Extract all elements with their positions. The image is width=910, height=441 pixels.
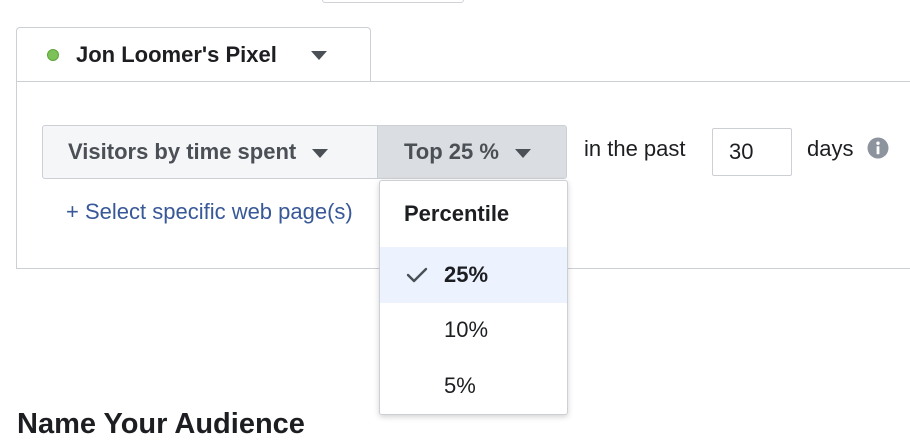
section-heading: Name Your Audience: [17, 408, 305, 440]
in-the-past-label: in the past: [584, 136, 686, 161]
chevron-down-icon: [514, 148, 531, 158]
percentile-menu: Percentile 25% 10% 5%: [379, 180, 568, 415]
percentile-option-10[interactable]: 10%: [380, 302, 567, 358]
status-dot-icon: [47, 48, 59, 61]
chevron-down-icon: [312, 148, 329, 158]
select-web-pages-link[interactable]: + Select specific web page(s): [66, 199, 353, 225]
pixel-selector-button[interactable]: Jon Loomer's Pixel: [16, 27, 371, 81]
percentile-option-label: 25%: [444, 262, 489, 287]
pixel-name: Jon Loomer's Pixel: [76, 41, 277, 67]
checkmark-icon: [406, 267, 428, 283]
days-label: days: [807, 136, 854, 161]
percentile-menu-header: Percentile: [404, 201, 510, 226]
chevron-down-icon: [310, 51, 327, 60]
percentile-label: Top 25 %: [404, 139, 499, 164]
percentile-option-25[interactable]: 25%: [380, 247, 567, 303]
rule-type-dropdown[interactable]: Visitors by time spent: [42, 125, 378, 179]
percentile-dropdown[interactable]: Top 25 %: [377, 125, 567, 179]
percentile-option-label: 10%: [444, 317, 489, 342]
rule-type-label: Visitors by time spent: [68, 139, 297, 164]
percentile-option-label: 5%: [444, 373, 476, 398]
percentile-option-5[interactable]: 5%: [380, 358, 567, 414]
days-input[interactable]: [712, 128, 792, 176]
top-field-remnant: [322, 0, 464, 3]
info-icon[interactable]: [867, 137, 889, 159]
